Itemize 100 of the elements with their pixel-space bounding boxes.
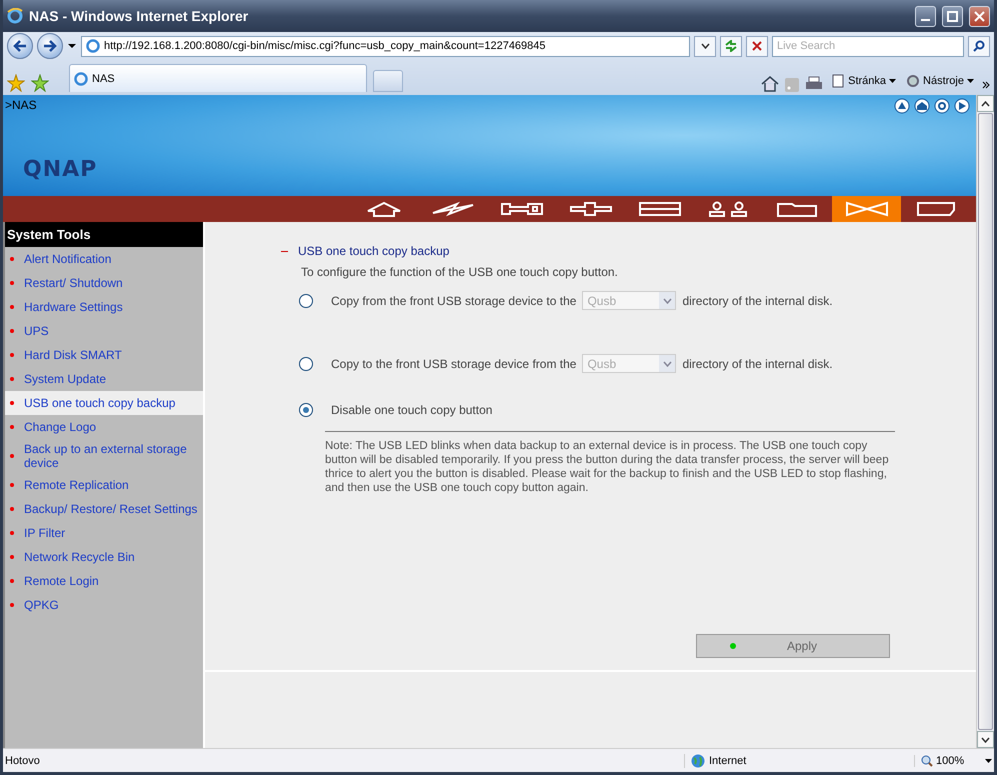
home-icon[interactable] xyxy=(914,98,930,114)
add-favorite-icon[interactable] xyxy=(31,74,49,92)
sidebar-item[interactable]: Hardware Settings xyxy=(5,295,203,319)
close-icon xyxy=(974,10,985,22)
zoom-level: 100% xyxy=(936,754,964,766)
card-icon xyxy=(916,201,956,217)
description: To configure the function of the USB one touch copy button. xyxy=(301,265,619,279)
scrollbar-thumb[interactable] xyxy=(978,113,993,730)
option-label: Copy from the front USB storage device to the xyxy=(331,294,576,308)
minimize-button[interactable] xyxy=(915,6,936,26)
stop-button[interactable] xyxy=(746,36,768,56)
sidebar-item[interactable]: Remote Replication xyxy=(5,473,203,497)
next-icon[interactable] xyxy=(954,98,970,114)
status-dot-icon xyxy=(730,643,736,649)
search-button[interactable] xyxy=(968,36,990,56)
sidebar-item[interactable]: IP Filter xyxy=(5,521,203,545)
sidebar-item[interactable]: Backup/ Restore/ Reset Settings xyxy=(5,497,203,521)
arrow-right-icon xyxy=(43,40,57,52)
sidebar-item[interactable]: Change Logo xyxy=(5,415,203,439)
lightning-icon xyxy=(430,201,474,217)
status-text: Hotovo xyxy=(4,754,41,766)
bullet-icon xyxy=(10,425,14,429)
sidebar-item[interactable]: Back up to an external storage device xyxy=(5,439,203,473)
sidebar-item[interactable]: USB one touch copy backup xyxy=(5,391,203,415)
chevron-down-icon xyxy=(700,43,710,49)
bullet-icon xyxy=(10,454,14,458)
bullet-icon xyxy=(10,305,14,309)
bullet-icon xyxy=(10,377,14,381)
key-icon xyxy=(500,201,544,217)
caret-icon[interactable] xyxy=(67,43,77,49)
select-value: Qusb xyxy=(587,356,616,370)
printer-icon[interactable] xyxy=(805,76,824,92)
menu-label: Nástroje xyxy=(923,75,964,87)
chevron-up-icon xyxy=(981,100,990,106)
minimize-icon xyxy=(921,19,930,21)
folder-icon xyxy=(776,201,820,217)
bullet-icon xyxy=(10,531,14,535)
globe-icon xyxy=(691,754,705,768)
sidebar-item[interactable]: Network Recycle Bin xyxy=(5,545,203,569)
option-label: directory of the internal disk. xyxy=(682,294,833,308)
collapse-dash-icon[interactable] xyxy=(281,250,288,252)
menu-label: Stránka xyxy=(848,75,886,87)
bullet-icon xyxy=(10,555,14,559)
chevron-down-icon xyxy=(662,360,672,366)
bullet-icon xyxy=(10,329,14,333)
sidebar-item[interactable]: Restart/ Shutdown xyxy=(5,271,203,295)
sidebar-item[interactable]: System Update xyxy=(5,367,203,391)
apply-button[interactable]: Apply xyxy=(696,634,890,658)
chevron-down-icon xyxy=(662,298,672,304)
address-field[interactable]: http://192.168.1.200:8080/cgi-bin/misc/misc.cgi?func=usb_copy_main&count=1227469845 xyxy=(81,36,690,56)
zone-text: Internet xyxy=(709,754,746,766)
breadcrumb: >NAS xyxy=(5,98,37,112)
sidebar-item[interactable]: Alert Notification xyxy=(5,247,203,271)
caret-icon xyxy=(967,79,974,83)
bullet-icon xyxy=(10,353,14,357)
scroll-down-button[interactable] xyxy=(977,731,994,748)
caret-icon xyxy=(889,79,896,83)
browser-tab[interactable]: NAS xyxy=(69,64,367,92)
section-title: USB one touch copy backup xyxy=(298,244,450,258)
up-icon[interactable] xyxy=(894,98,910,114)
x-icon xyxy=(752,41,762,51)
command-menu[interactable]: Nástroje xyxy=(904,70,976,92)
bullet-icon xyxy=(10,579,14,583)
caret-icon xyxy=(985,758,992,762)
sidebar-title: System Tools xyxy=(5,222,203,247)
scroll-up-button[interactable] xyxy=(977,95,994,112)
url-text: http://192.168.1.200:8080/cgi-bin/misc/misc.cgi?func=usb_copy_main&count=1227469845 xyxy=(104,40,547,52)
chevron-down-icon xyxy=(981,736,990,742)
sidebar-item[interactable]: UPS xyxy=(5,319,203,343)
note-text: Note: The USB LED blinks when data backup to an external device is in process. The USB one touch copy button will be disabled temporarily. If you press the button during the data transfer process, the server will beep thrice to alert you the button is disabled. Please wait for the backup to finish and the USB LED to stop flashing, and then use the USB one touch copy button again. xyxy=(325,439,890,495)
option-label: directory of the internal disk. xyxy=(682,356,833,370)
bullet-icon xyxy=(10,281,14,285)
zoom-control[interactable]: 100% xyxy=(914,754,994,766)
magnifier-icon xyxy=(921,754,933,766)
plus-icon xyxy=(568,201,612,217)
sidebar-item[interactable]: Remote Login xyxy=(5,569,203,593)
panel-icon xyxy=(638,201,682,217)
logo: QNAP xyxy=(23,157,98,182)
search-field[interactable]: Live Search xyxy=(772,36,964,56)
radio-button[interactable] xyxy=(299,403,313,417)
star-icon[interactable] xyxy=(7,74,25,92)
sidebar-item[interactable]: Hard Disk SMART xyxy=(5,343,203,367)
close-button[interactable] xyxy=(969,6,990,26)
select-value: Qusb xyxy=(587,294,616,308)
option-label: Disable one touch copy button xyxy=(331,403,492,417)
bullet-icon xyxy=(10,401,14,405)
home-icon[interactable] xyxy=(761,76,780,92)
bullet-icon xyxy=(10,507,14,511)
option-label: Copy to the front USB storage device from the xyxy=(331,356,576,370)
back-button[interactable] xyxy=(7,33,33,59)
chevron-icon[interactable] xyxy=(982,81,990,89)
bullet-icon xyxy=(10,257,14,261)
bowtie-icon xyxy=(844,201,888,217)
command-menu[interactable]: Stránka xyxy=(829,70,898,92)
refresh-icon xyxy=(724,40,738,52)
tab-title: NAS xyxy=(92,72,115,84)
forward-button[interactable] xyxy=(37,33,63,59)
dropdown-button[interactable] xyxy=(694,36,716,56)
sidebar-item[interactable]: QPKG xyxy=(5,593,203,617)
maximize-button[interactable] xyxy=(942,6,963,26)
